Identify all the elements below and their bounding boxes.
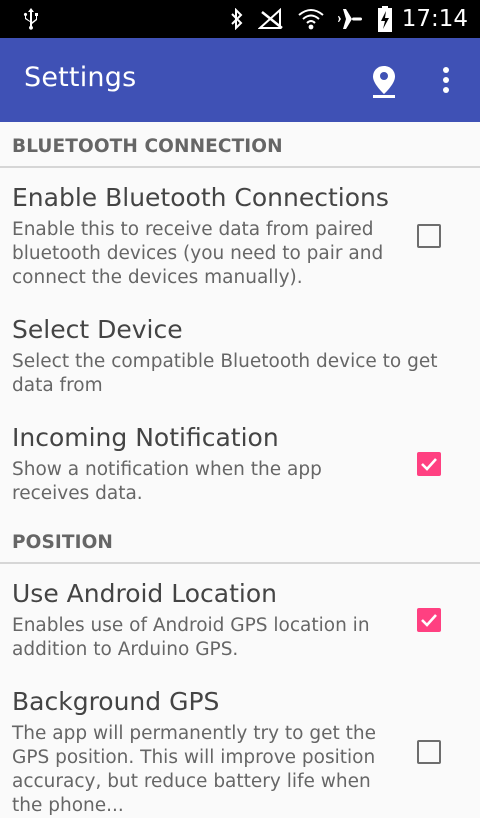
divider (0, 562, 480, 564)
status-clock: 17:14 (401, 6, 468, 32)
pref-title: Incoming Notification (12, 423, 279, 452)
usb-icon (22, 7, 40, 35)
page-title: Settings (24, 62, 137, 93)
pref-use-android-location[interactable]: Use Android Location Enables use of Andr… (12, 578, 392, 662)
pref-summary: Enables use of Android GPS location in a… (12, 615, 370, 660)
settings-list: BLUETOOTH CONNECTION Enable Bluetooth Co… (0, 122, 480, 816)
pref-background-gps[interactable]: Background GPS The app will permanently … (12, 686, 387, 818)
divider (0, 166, 480, 168)
wifi-icon (298, 8, 324, 30)
enable-bluetooth-checkbox[interactable] (417, 224, 441, 248)
status-bar: 17:14 (0, 0, 480, 38)
checkmark-icon (421, 458, 437, 471)
pref-title: Background GPS (12, 687, 220, 716)
pref-summary: The app will permanently try to get the … (12, 723, 377, 816)
use-android-location-checkbox[interactable] (417, 608, 441, 632)
background-gps-checkbox[interactable] (417, 740, 441, 764)
pref-enable-bluetooth[interactable]: Enable Bluetooth Connections Enable this… (12, 182, 392, 290)
section-header-position: POSITION (12, 532, 114, 553)
pref-summary: Show a notification when the app receive… (12, 459, 322, 504)
section-header-bluetooth: BLUETOOTH CONNECTION (12, 136, 283, 157)
more-vert-icon (443, 67, 449, 93)
pref-title: Enable Bluetooth Connections (12, 183, 389, 212)
more-options-button[interactable] (430, 64, 462, 98)
pref-title: Use Android Location (12, 579, 277, 608)
pref-summary: Select the compatible Bluetooth device t… (12, 351, 438, 396)
incoming-notification-checkbox[interactable] (417, 452, 441, 476)
checkmark-icon (421, 614, 437, 627)
no-signal-icon (257, 8, 284, 30)
pref-title: Select Device (12, 315, 183, 344)
bluetooth-icon (230, 8, 244, 30)
pref-incoming-notification[interactable]: Incoming Notification Show a notificatio… (12, 422, 342, 506)
app-bar: Settings (0, 38, 480, 122)
pref-summary: Enable this to receive data from paired … (12, 219, 384, 288)
airplane-icon (337, 7, 364, 31)
battery-charging-icon (377, 6, 392, 32)
pref-select-device[interactable]: Select Device Select the compatible Blue… (12, 314, 452, 398)
location-icon (373, 66, 395, 98)
location-button[interactable] (370, 64, 398, 98)
